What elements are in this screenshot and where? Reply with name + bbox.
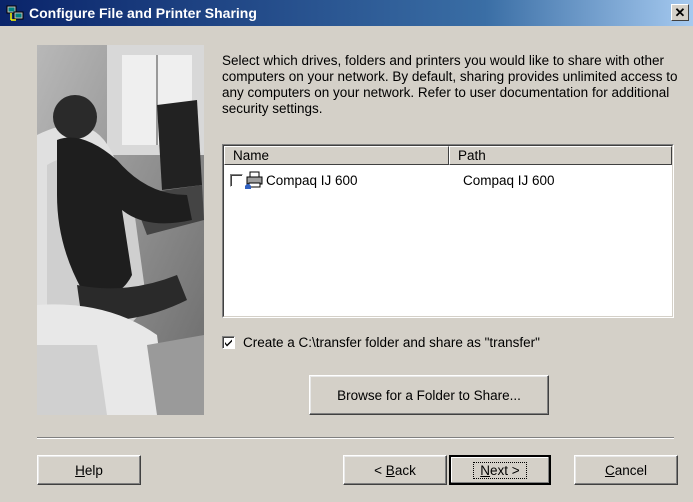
shared-printer-icon xyxy=(245,171,263,189)
cancel-button[interactable]: Cancel xyxy=(574,455,678,485)
close-button[interactable]: ✕ xyxy=(671,4,689,21)
create-transfer-folder-option[interactable]: Create a C:\transfer folder and share as… xyxy=(222,335,540,350)
cancel-button-label: Cancel xyxy=(604,462,648,478)
wizard-side-image xyxy=(37,45,204,415)
column-header-path[interactable]: Path xyxy=(449,146,672,165)
create-transfer-label: Create a C:\transfer folder and share as… xyxy=(243,335,540,350)
back-button-label: < Back xyxy=(374,462,416,478)
checkmark-icon xyxy=(225,339,232,347)
share-list[interactable]: Name Path Compaq IJ 600 Compaq IJ 600 xyxy=(222,144,674,318)
browse-folder-button[interactable]: Browse for a Folder to Share... xyxy=(309,375,549,415)
separator-line xyxy=(37,437,674,439)
next-button-label: Next > xyxy=(473,461,527,479)
share-checkbox[interactable] xyxy=(230,173,243,187)
instructions-text: Select which drives, folders and printer… xyxy=(222,53,678,116)
column-header-name[interactable]: Name xyxy=(224,146,449,165)
browse-folder-label: Browse for a Folder to Share... xyxy=(337,387,521,403)
help-button[interactable]: Help xyxy=(37,455,141,485)
list-item-path: Compaq IJ 600 xyxy=(463,172,555,188)
window-title: Configure File and Printer Sharing xyxy=(29,5,257,21)
close-icon: ✕ xyxy=(674,5,686,20)
list-header: Name Path xyxy=(224,146,672,165)
list-item[interactable]: Compaq IJ 600 Compaq IJ 600 xyxy=(224,169,672,191)
next-button[interactable]: Next > xyxy=(449,455,551,485)
create-transfer-checkbox[interactable] xyxy=(222,336,235,349)
title-bar[interactable]: Configure File and Printer Sharing ✕ xyxy=(0,0,693,26)
back-button[interactable]: < Back xyxy=(343,455,447,485)
list-item-name: Compaq IJ 600 xyxy=(266,172,358,188)
network-computers-icon xyxy=(6,5,24,21)
help-button-label: Help xyxy=(75,462,103,478)
